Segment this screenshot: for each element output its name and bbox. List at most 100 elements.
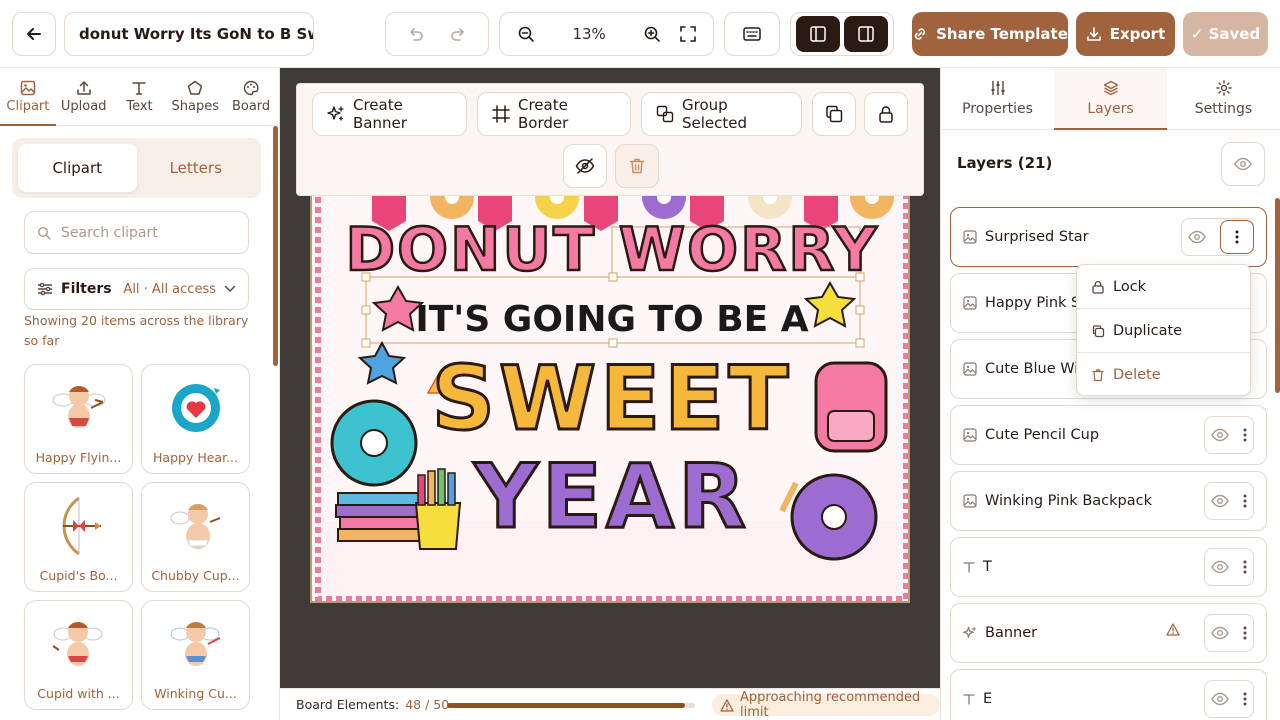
- segment-letters[interactable]: Letters: [137, 144, 256, 192]
- eye-off-icon: [575, 157, 595, 175]
- tab-clipart[interactable]: Clipart: [0, 68, 56, 126]
- zoom-level: 13%: [572, 25, 606, 43]
- menu-item-label: Duplicate: [1113, 322, 1183, 339]
- back-button[interactable]: [12, 12, 56, 56]
- bow-arrow-thumbnail: [51, 483, 107, 568]
- tab-shapes[interactable]: Shapes: [167, 68, 223, 125]
- layer-name: Winking Pink Backpack: [985, 493, 1152, 509]
- tab-properties[interactable]: Properties: [941, 68, 1054, 129]
- sparkles-icon: [327, 105, 345, 123]
- redo-button[interactable]: [450, 25, 468, 43]
- frame-icon: [492, 105, 510, 123]
- trash-icon: [1091, 368, 1105, 382]
- cupid-with-heart-thumbnail: [51, 601, 107, 686]
- segment-clipart[interactable]: Clipart: [18, 144, 137, 192]
- layer-row[interactable]: T: [950, 537, 1267, 597]
- export-button[interactable]: Export: [1076, 12, 1175, 56]
- zoom-in-button[interactable]: [643, 25, 661, 43]
- layer-row[interactable]: Surprised Star: [950, 207, 1267, 267]
- tab-text[interactable]: Text: [112, 68, 168, 125]
- hide-selection-button[interactable]: [563, 144, 607, 188]
- download-icon: [1086, 26, 1102, 42]
- layer-row[interactable]: E: [950, 669, 1267, 720]
- toggle-right-panel-button[interactable]: [844, 16, 888, 52]
- clipart-item-label: Happy Flyin...: [35, 450, 122, 465]
- more-vertical-icon[interactable]: [1220, 220, 1254, 254]
- tab-upload[interactable]: Upload: [56, 68, 112, 125]
- layer-name: Surprised Star: [985, 229, 1089, 245]
- menu-item-delete[interactable]: Delete: [1077, 353, 1250, 397]
- zoom-in-icon: [643, 25, 661, 43]
- search-input[interactable]: [61, 224, 231, 241]
- tab-settings[interactable]: Settings: [1167, 68, 1280, 129]
- eye-icon[interactable]: [1211, 428, 1229, 442]
- toggle-left-panel-button[interactable]: [796, 16, 840, 52]
- create-banner-button[interactable]: Create Banner: [312, 92, 467, 136]
- clipart-item[interactable]: Cupid's Bo...: [24, 482, 133, 592]
- more-vertical-icon[interactable]: [1243, 560, 1247, 574]
- layer-row[interactable]: Banner: [950, 603, 1267, 663]
- clipart-item[interactable]: Cupid with ...: [24, 600, 133, 710]
- saved-label: ✓ Saved: [1190, 25, 1261, 43]
- tab-layers[interactable]: Layers: [1054, 68, 1167, 130]
- saved-button[interactable]: ✓ Saved: [1183, 12, 1268, 56]
- menu-item-duplicate[interactable]: Duplicate: [1077, 309, 1250, 353]
- eye-icon[interactable]: [1188, 230, 1206, 244]
- more-vertical-icon[interactable]: [1243, 428, 1247, 442]
- filters-dropdown[interactable]: Filters All · All access: [24, 268, 249, 310]
- winking-cupid-thumbnail: [168, 601, 224, 686]
- delete-selection-button[interactable]: [615, 144, 659, 188]
- zoom-out-icon: [517, 25, 535, 43]
- floating-toolbar: Create Banner Create Border Group Select…: [296, 83, 924, 196]
- tab-settings-label: Settings: [1194, 101, 1253, 117]
- bulletin-board[interactable]: DONUT WORRY IT'S GOING TO BE A SWEET YEA…: [310, 173, 910, 603]
- fit-screen-button[interactable]: [679, 26, 696, 42]
- layer-controls: [1204, 416, 1254, 454]
- share-template-button[interactable]: Share Template: [912, 12, 1068, 56]
- duplicate-selection-button[interactable]: [812, 92, 856, 136]
- canvas-area[interactable]: DONUT WORRY IT'S GOING TO BE A SWEET YEA…: [280, 68, 940, 688]
- layer-row[interactable]: Winking Pink Backpack: [950, 471, 1267, 531]
- tab-board[interactable]: Board: [223, 68, 279, 125]
- board-elements-count: 48 / 50: [405, 697, 450, 712]
- menu-item-lock[interactable]: Lock: [1077, 265, 1250, 309]
- toggle-all-visibility-button[interactable]: [1221, 142, 1265, 186]
- eye-icon[interactable]: [1211, 692, 1229, 706]
- layers-icon: [1103, 80, 1119, 96]
- group-icon: [656, 105, 674, 123]
- panel-right-icon: [858, 26, 874, 42]
- clipart-item[interactable]: Happy Flyin...: [24, 364, 133, 474]
- clipart-item[interactable]: Chubby Cup...: [141, 482, 250, 592]
- layers-title: Layers (21): [957, 154, 1053, 172]
- panel-left-icon: [810, 26, 826, 42]
- layer-row[interactable]: Cute Pencil Cup: [950, 405, 1267, 465]
- copy-icon: [1091, 324, 1105, 338]
- eye-icon[interactable]: [1211, 560, 1229, 574]
- keyboard-icon: [743, 27, 761, 41]
- tab-layers-label: Layers: [1087, 101, 1134, 117]
- warning-icon: [1166, 623, 1180, 636]
- image-layer-icon: [963, 296, 977, 310]
- layers-scrollbar[interactable]: [1275, 198, 1280, 393]
- more-vertical-icon[interactable]: [1243, 494, 1247, 508]
- heart-badge-thumbnail: [168, 365, 224, 450]
- more-vertical-icon[interactable]: [1243, 692, 1247, 706]
- left-panel-scrollbar[interactable]: [273, 126, 278, 366]
- clipart-item[interactable]: Happy Hear...: [141, 364, 250, 474]
- create-border-label: Create Border: [518, 96, 569, 132]
- lock-selection-button[interactable]: [864, 92, 908, 136]
- left-panel: Clipart Upload Text Shapes Board Clipart: [0, 68, 280, 720]
- undo-icon: [406, 25, 424, 43]
- eye-icon[interactable]: [1211, 626, 1229, 640]
- undo-button[interactable]: [406, 25, 424, 43]
- document-title-input[interactable]: donut Worry Its GoN to B Sweet Y 2 (: [64, 12, 314, 56]
- clipart-item[interactable]: Winking Cu...: [141, 600, 250, 710]
- more-vertical-icon[interactable]: [1243, 626, 1247, 640]
- zoom-out-button[interactable]: [517, 25, 535, 43]
- eye-icon[interactable]: [1211, 494, 1229, 508]
- create-border-button[interactable]: Create Border: [477, 92, 631, 136]
- keyboard-shortcuts-button[interactable]: [724, 12, 780, 56]
- board-headline: DONUT WORRY: [345, 215, 878, 285]
- layer-controls: [1181, 218, 1254, 256]
- group-selected-button[interactable]: Group Selected: [641, 92, 802, 136]
